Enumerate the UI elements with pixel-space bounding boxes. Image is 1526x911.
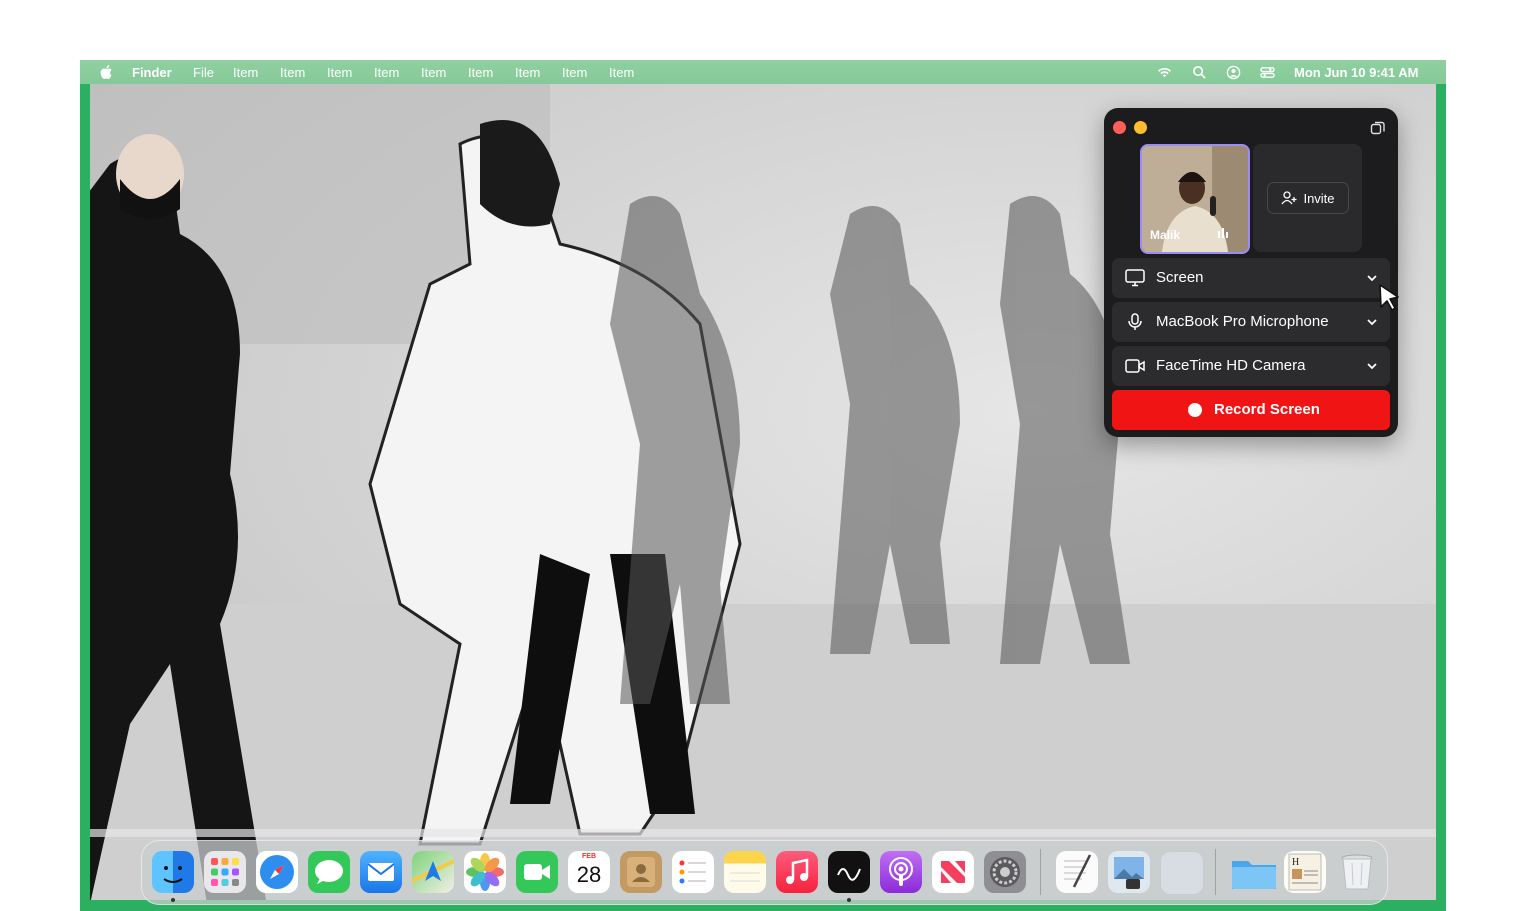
camera-source-select[interactable]: FaceTime HD Camera bbox=[1112, 346, 1390, 386]
safari-icon[interactable] bbox=[256, 851, 298, 893]
menu-item-5[interactable]: Item bbox=[421, 65, 446, 80]
apple-logo-icon[interactable] bbox=[99, 64, 115, 80]
menu-bar: Finder File Item Item Item Item Item Ite… bbox=[0, 60, 1526, 84]
video-camera-icon bbox=[1125, 359, 1145, 373]
invite-slot: Invite bbox=[1253, 144, 1362, 252]
finder-icon[interactable] bbox=[152, 851, 194, 893]
user-icon[interactable] bbox=[1226, 65, 1241, 80]
menu-item-8[interactable]: Item bbox=[562, 65, 587, 80]
screen-recording-panel: Malik Invite Screen MacBook Pro Micropho… bbox=[1104, 108, 1398, 437]
music-icon[interactable] bbox=[776, 851, 818, 893]
invite-button[interactable]: Invite bbox=[1267, 182, 1349, 214]
record-screen-label: Record Screen bbox=[1214, 401, 1320, 418]
dock: FEB 28 H bbox=[141, 840, 1388, 905]
menu-item-6[interactable]: Item bbox=[468, 65, 493, 80]
mouse-pointer-icon bbox=[1379, 284, 1399, 311]
microphone-icon bbox=[1128, 313, 1142, 330]
news-icon[interactable] bbox=[932, 851, 974, 893]
audio-level-icon bbox=[1218, 228, 1228, 238]
calendar-day: 28 bbox=[576, 862, 602, 887]
stocks-icon[interactable] bbox=[828, 851, 870, 893]
chevron-down-icon bbox=[1367, 275, 1377, 282]
document-icon[interactable]: H bbox=[1284, 851, 1326, 893]
participant-name: Malik bbox=[1150, 228, 1181, 242]
menu-item-7[interactable]: Item bbox=[515, 65, 540, 80]
close-button[interactable] bbox=[1113, 121, 1126, 134]
record-dot-icon bbox=[1188, 403, 1202, 417]
podcasts-icon[interactable] bbox=[880, 851, 922, 893]
notes-icon[interactable] bbox=[724, 851, 766, 893]
facetime-icon[interactable] bbox=[516, 851, 558, 893]
menu-item-9[interactable]: Item bbox=[609, 65, 634, 80]
wifi-icon[interactable] bbox=[1157, 65, 1172, 80]
screen-source-label: Screen bbox=[1156, 269, 1204, 286]
menu-file[interactable]: File bbox=[193, 65, 214, 80]
minimize-button[interactable] bbox=[1134, 121, 1147, 134]
picture-in-picture-icon[interactable] bbox=[1370, 120, 1386, 136]
running-indicator bbox=[171, 898, 175, 902]
dock-separator bbox=[1215, 849, 1216, 895]
menu-clock[interactable]: Mon Jun 10 9:41 AM bbox=[1294, 65, 1418, 80]
blank-app-icon[interactable] bbox=[1160, 851, 1204, 895]
chevron-down-icon bbox=[1367, 363, 1377, 370]
chevron-down-icon bbox=[1367, 319, 1377, 326]
running-indicator bbox=[847, 898, 851, 902]
participant-video-preview[interactable]: Malik bbox=[1140, 144, 1250, 254]
calendar-month: FEB bbox=[582, 853, 596, 860]
menu-item-4[interactable]: Item bbox=[374, 65, 399, 80]
mail-icon[interactable] bbox=[360, 851, 402, 893]
menu-item-2[interactable]: Item bbox=[280, 65, 305, 80]
contacts-icon[interactable] bbox=[620, 851, 662, 893]
preview-icon[interactable] bbox=[1108, 851, 1150, 893]
system-settings-icon[interactable] bbox=[984, 851, 1026, 893]
search-icon[interactable] bbox=[1192, 65, 1207, 80]
camera-source-label: FaceTime HD Camera bbox=[1156, 357, 1306, 374]
textedit-icon[interactable] bbox=[1056, 851, 1098, 893]
photos-icon[interactable] bbox=[464, 851, 506, 893]
display-icon bbox=[1125, 269, 1145, 287]
record-screen-button[interactable]: Record Screen bbox=[1112, 390, 1390, 430]
menu-item-3[interactable]: Item bbox=[327, 65, 352, 80]
microphone-source-label: MacBook Pro Microphone bbox=[1156, 313, 1329, 330]
messages-icon[interactable] bbox=[308, 851, 350, 893]
calendar-icon[interactable]: FEB 28 bbox=[568, 851, 610, 893]
folder-icon[interactable] bbox=[1230, 851, 1276, 893]
microphone-source-select[interactable]: MacBook Pro Microphone bbox=[1112, 302, 1390, 342]
control-center-icon[interactable] bbox=[1260, 65, 1275, 80]
menu-item-1[interactable]: Item bbox=[233, 65, 258, 80]
add-person-icon bbox=[1281, 191, 1297, 205]
maps-icon[interactable] bbox=[411, 851, 455, 893]
svg-text:H: H bbox=[1292, 857, 1299, 868]
menu-app-name[interactable]: Finder bbox=[132, 65, 172, 80]
launchpad-icon[interactable] bbox=[204, 851, 246, 893]
dock-separator bbox=[1040, 849, 1041, 895]
trash-icon[interactable] bbox=[1336, 851, 1378, 893]
screen-source-select[interactable]: Screen bbox=[1112, 258, 1390, 298]
reminders-icon[interactable] bbox=[672, 851, 714, 893]
invite-label: Invite bbox=[1303, 190, 1335, 206]
